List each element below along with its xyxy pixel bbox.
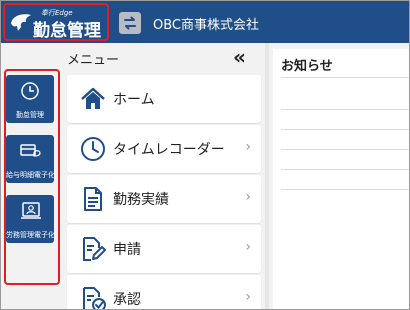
edit-document-icon	[83, 237, 106, 261]
bird-logo-icon	[11, 14, 31, 31]
notice-divider	[281, 149, 409, 150]
rail-item-label: 勤怠管理	[16, 111, 44, 119]
menu-item-label: ホーム	[113, 92, 155, 108]
app-logo[interactable]: 奉行Edge 勤怠管理	[3, 3, 109, 41]
notice-divider	[281, 189, 409, 190]
chevron-right-icon: ›	[245, 289, 251, 305]
notice-divider	[281, 77, 409, 78]
chevron-right-icon: ›	[245, 139, 251, 155]
menu-header: メニュー «	[63, 43, 265, 71]
rail-item-labor[interactable]: 労務管理電子化	[6, 195, 55, 243]
menu-panel: メニュー « ホーム タイムレコーダー › 勤務実績 › 申請 › 承認 ›	[63, 43, 265, 309]
approve-document-icon	[83, 287, 106, 309]
menu-title: メニュー	[67, 53, 120, 68]
panel-divider[interactable]	[265, 43, 269, 309]
rail-item-payslip[interactable]: 給与明細電子化	[6, 135, 55, 183]
menu-item-label: タイムレコーダー	[113, 142, 225, 158]
top-bar: 奉行Edge 勤怠管理 OBC商事株式会社	[1, 1, 409, 43]
menu-item-approval[interactable]: 承認 ›	[67, 275, 261, 309]
notice-divider	[281, 109, 409, 110]
company-name: OBC商事株式会社	[153, 18, 259, 33]
menu-item-work-record[interactable]: 勤務実績 ›	[67, 175, 261, 223]
menu-item-home[interactable]: ホーム	[67, 75, 261, 123]
switch-company-button[interactable]	[119, 12, 141, 34]
rail-item-label: 給与明細電子化	[6, 171, 55, 179]
chevron-right-icon: ›	[245, 189, 251, 205]
logo-title: 勤怠管理	[33, 21, 101, 41]
clock-icon	[21, 82, 39, 100]
app-window: 奉行Edge 勤怠管理 OBC商事株式会社 勤怠管理 給与明細電子化 労務管理電…	[0, 0, 410, 310]
swap-icon	[124, 16, 136, 30]
home-icon	[81, 87, 105, 109]
collapse-menu-button[interactable]: «	[233, 45, 246, 69]
menu-item-label: 勤務実績	[113, 192, 169, 208]
rail-item-label: 労務管理電子化	[6, 231, 55, 239]
rail-item-attendance[interactable]: 勤怠管理	[6, 75, 54, 123]
labor-doc-icon	[21, 202, 41, 219]
notice-panel: お知らせ	[273, 49, 409, 309]
notice-title: お知らせ	[281, 59, 333, 74]
app-rail: 勤怠管理 給与明細電子化 労務管理電子化	[1, 43, 63, 309]
menu-item-label: 申請	[113, 242, 141, 258]
clock-icon	[81, 137, 105, 161]
notice-divider	[281, 129, 409, 130]
menu-item-label: 承認	[113, 292, 141, 308]
chevron-right-icon: ›	[245, 239, 251, 255]
document-icon	[84, 187, 102, 211]
menu-item-request[interactable]: 申請 ›	[67, 225, 261, 273]
menu-item-time-recorder[interactable]: タイムレコーダー ›	[67, 125, 261, 173]
payslip-icon	[20, 144, 41, 157]
notice-divider	[281, 169, 409, 170]
